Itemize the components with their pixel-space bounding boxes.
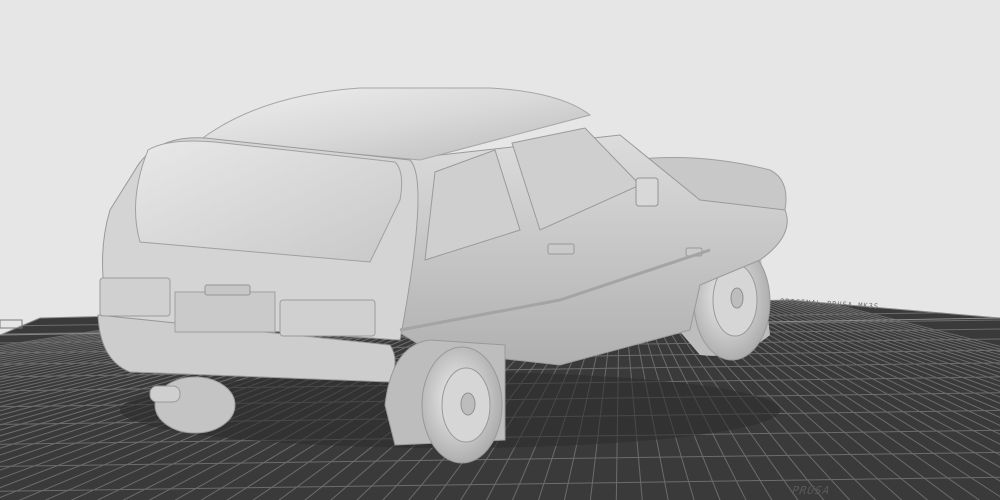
side-mirror: [635, 177, 659, 207]
tail-light-left: [99, 277, 171, 317]
exhaust-pipe: [149, 385, 181, 403]
car-model[interactable]: [97, 87, 788, 464]
tail-light-right: [279, 299, 376, 337]
rear-window: [135, 140, 403, 263]
door-handle: [547, 243, 575, 255]
rear-handle: [204, 284, 251, 296]
wheel-rear-left: [154, 376, 236, 434]
scene-canvas[interactable]: [0, 0, 1000, 500]
bed-brand-label: PRUSA: [789, 484, 833, 497]
license-plate-recess: [174, 291, 276, 333]
wheel-rear-right: [384, 339, 506, 464]
3d-viewport[interactable]: PRUSA ORIGINAL PRUSA MK3S: [0, 0, 1000, 500]
